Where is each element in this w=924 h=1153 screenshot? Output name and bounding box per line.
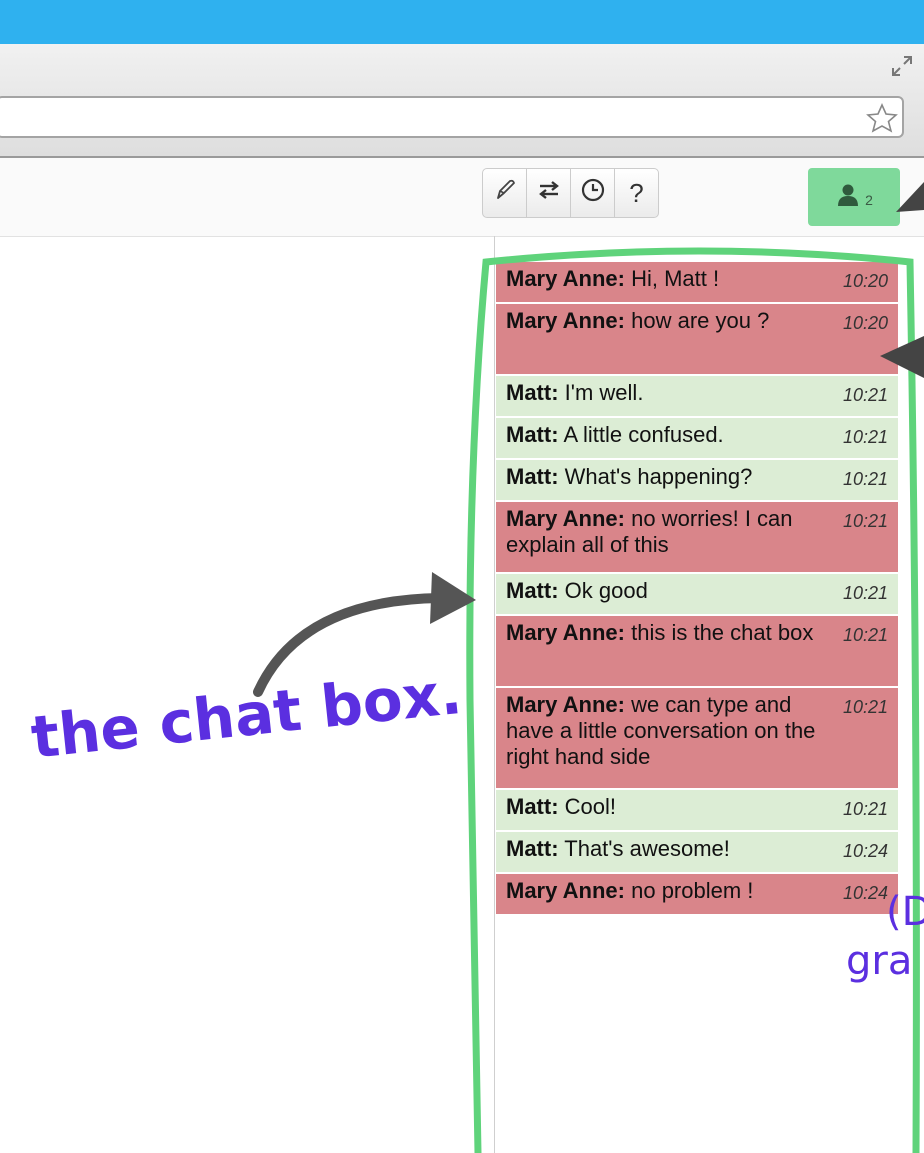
message-author: Matt: [506, 464, 559, 489]
message-time: 10:21 [842, 427, 888, 447]
message-text: Ok good [564, 578, 648, 603]
browser-chrome [0, 44, 924, 158]
online-users-button[interactable]: 2 [808, 168, 900, 226]
annotation-side-text: (D [886, 889, 924, 935]
online-users-count: 2 [865, 192, 873, 208]
chat-message: Mary Anne: no problem ! 10:24 [496, 874, 898, 916]
chat-message: Mary Anne: this is the chat box 10:21 [496, 616, 898, 688]
chat-message: Mary Anne: we can type and have a little… [496, 688, 898, 790]
message-time: 10:21 [842, 469, 888, 489]
window-title-bar [0, 0, 924, 44]
message-text: That's awesome! [564, 836, 730, 861]
chat-message: Mary Anne: how are you ? 10:20 [496, 304, 898, 376]
message-text: What's happening? [564, 464, 753, 489]
message-time: 10:20 [842, 271, 888, 291]
message-author: Matt: [506, 836, 559, 861]
message-text: Cool! [564, 794, 617, 819]
chat-message: Matt: That's awesome! 10:24 [496, 832, 898, 874]
message-text: this is the chat box [631, 620, 814, 645]
swap-arrows-icon [535, 176, 563, 211]
message-author: Matt: [506, 380, 559, 405]
chat-message: Matt: Ok good 10:21 [496, 574, 898, 616]
chat-message: Mary Anne: no worries! I can explain all… [496, 502, 898, 574]
annotation-label: the chat box. [28, 658, 465, 772]
address-bar[interactable] [0, 96, 904, 138]
chat-box: Mary Anne: Hi, Matt ! 10:20 Mary Anne: h… [496, 262, 898, 916]
message-text: I'm well. [564, 380, 644, 405]
message-author: Matt: [506, 422, 559, 447]
clock-icon [579, 176, 607, 211]
message-author: Mary Anne: [506, 692, 625, 717]
message-author: Mary Anne: [506, 620, 625, 645]
annotation-arrow-head [430, 572, 476, 624]
message-time: 10:21 [842, 583, 888, 603]
chat-message: Mary Anne: Hi, Matt ! 10:20 [496, 262, 898, 304]
message-author: Mary Anne: [506, 878, 625, 903]
user-icon [835, 182, 861, 213]
help-icon: ? [629, 177, 644, 208]
help-button[interactable]: ? [614, 168, 659, 218]
message-time: 10:21 [842, 799, 888, 819]
message-time: 10:21 [842, 511, 888, 531]
message-time: 10:21 [842, 697, 888, 717]
edit-button[interactable] [482, 168, 527, 218]
message-time: 10:20 [842, 313, 888, 333]
message-time: 10:24 [842, 883, 888, 903]
message-author: Mary Anne: [506, 266, 625, 291]
pencil-icon [491, 176, 519, 211]
message-text: no problem ! [631, 878, 754, 903]
chat-message: Matt: What's happening? 10:21 [496, 460, 898, 502]
message-text: how are you ? [631, 308, 770, 333]
message-time: 10:24 [842, 841, 888, 861]
message-text: Hi, Matt ! [631, 266, 720, 291]
message-author: Mary Anne: [506, 308, 625, 333]
chat-message: Matt: A little confused. 10:21 [496, 418, 898, 460]
annotation-side-text: gra [846, 938, 913, 984]
message-time: 10:21 [842, 385, 888, 405]
history-button[interactable] [570, 168, 615, 218]
chat-message: Matt: I'm well. 10:21 [496, 376, 898, 418]
tool-button-group: ? [482, 168, 659, 218]
message-author: Matt: [506, 794, 559, 819]
message-author: Mary Anne: [506, 506, 625, 531]
message-text: A little confused. [563, 422, 724, 447]
editor-toolbar: ? [0, 158, 924, 237]
message-author: Matt: [506, 578, 559, 603]
fullscreen-icon[interactable] [890, 54, 914, 78]
message-time: 10:21 [842, 625, 888, 645]
bookmark-star-icon[interactable] [866, 102, 898, 134]
swap-button[interactable] [526, 168, 571, 218]
chat-message: Matt: Cool! 10:21 [496, 790, 898, 832]
chat-panel-divider [494, 236, 495, 1153]
